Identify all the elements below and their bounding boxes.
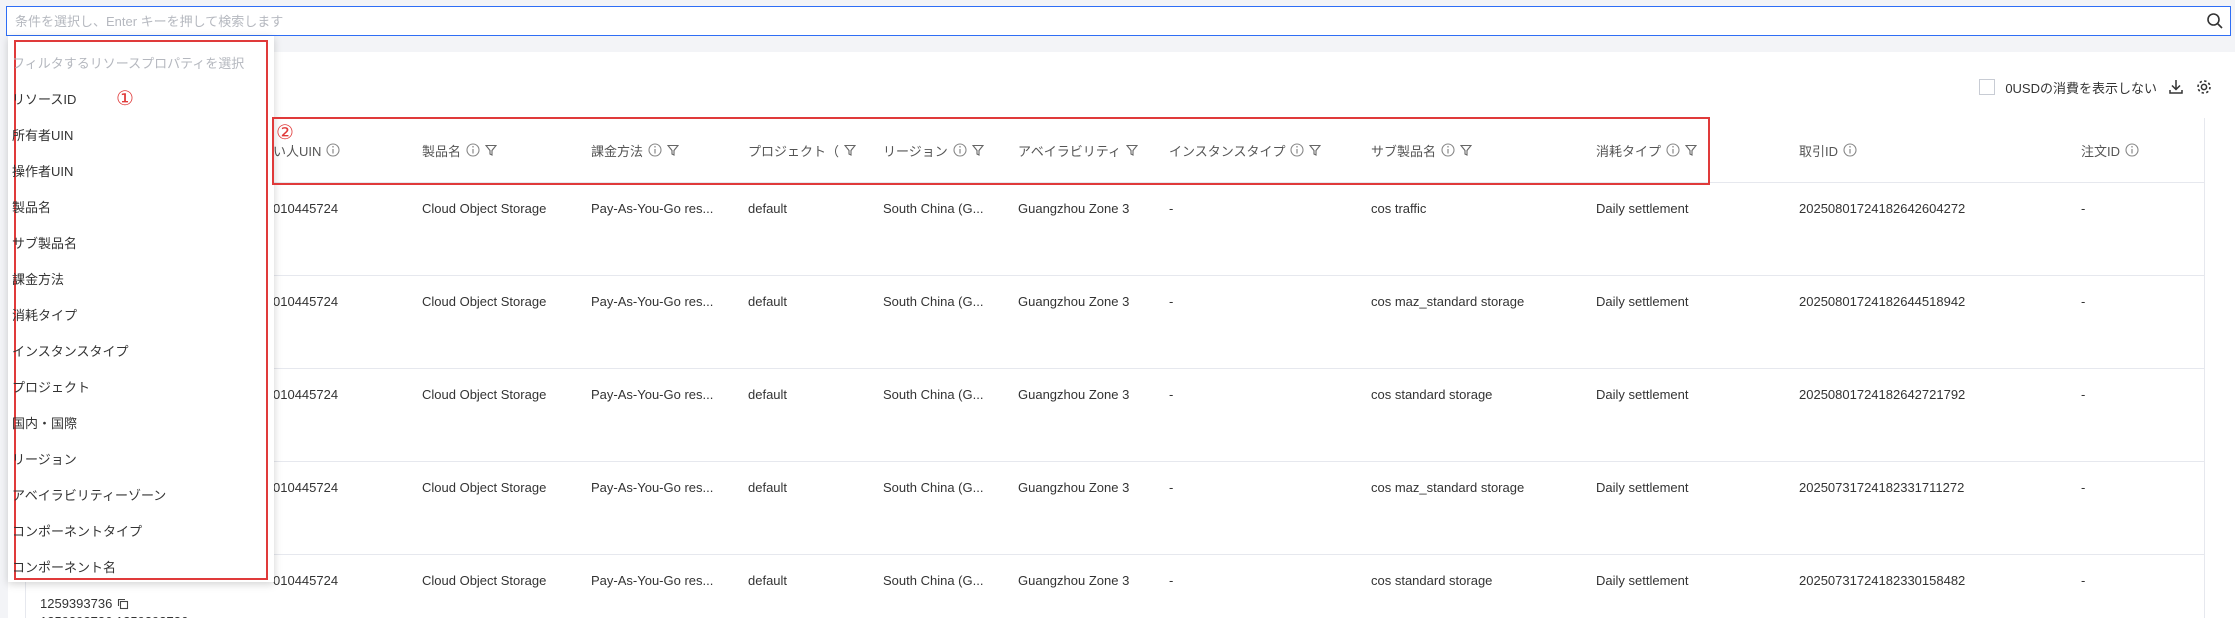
cell-instance-type: -: [1169, 201, 1174, 216]
settings-gear-icon[interactable]: [2195, 78, 2213, 96]
truncated-row-text: 1259393736 1259393736: [40, 614, 188, 618]
dropdown-item-sub-product-name[interactable]: サブ製品名: [12, 233, 77, 252]
cell-billing-method: Pay-As-You-Go res...: [591, 573, 714, 588]
cell-transaction-id: 20250801724182644518942: [1799, 294, 1966, 309]
table-row[interactable]: 010445724 Cloud Object Storage Pay-As-Yo…: [26, 183, 2204, 276]
cell-order-id: -: [2081, 480, 2086, 495]
download-icon[interactable]: [2167, 78, 2185, 96]
cell-consumption-type: Daily settlement: [1596, 573, 1689, 588]
dropdown-item-component-type[interactable]: コンポーネントタイプ: [12, 521, 142, 540]
cell-order-id: -: [2081, 201, 2086, 216]
search-icon[interactable]: [2206, 12, 2224, 30]
cell-instance-type: -: [1169, 573, 1174, 588]
dropdown-item-consumption-type[interactable]: 消耗タイプ: [12, 305, 77, 324]
dropdown-item-resource-id[interactable]: リソースID: [12, 89, 76, 108]
cell-product-name: Cloud Object Storage: [422, 573, 547, 588]
table-row[interactable]: 010445724 Cloud Object Storage Pay-As-Yo…: [26, 276, 2204, 369]
header-highlight-box: [272, 117, 1710, 185]
cell-sub-product-name: cos traffic: [1371, 201, 1427, 216]
cell-consumption-type: Daily settlement: [1596, 201, 1689, 216]
dropdown-item-owner-uin[interactable]: 所有者UIN: [12, 125, 73, 144]
cell-transaction-id: 20250801724182642721792: [1799, 387, 1966, 402]
dropdown-item-instance-type[interactable]: インスタンスタイプ: [12, 341, 128, 360]
cell-project: default: [748, 201, 788, 216]
cell-project: default: [748, 294, 788, 309]
hide-zero-checkbox[interactable]: [1979, 79, 1996, 95]
column-header-order-id: 注文ID: [2081, 141, 2181, 159]
billing-table: い人UIN 製品名 課金方法 プロジェクト（ リージョン アベイラビリティ イン…: [25, 118, 2205, 618]
table-toolbar: 0USDの消費を表示しない: [1979, 75, 2213, 99]
cell-order-id: -: [2081, 294, 2086, 309]
cell-billing-method: Pay-As-You-Go res...: [591, 480, 714, 495]
cell-billing-method: Pay-As-You-Go res...: [591, 201, 714, 216]
dropdown-item-component-name[interactable]: コンポーネント名: [12, 557, 116, 576]
annotation-marker-1: ①: [116, 86, 134, 110]
cell-order-id: -: [2081, 573, 2086, 588]
cell-sub-product-name: cos maz_standard storage: [1371, 480, 1525, 495]
cell-billing-method: Pay-As-You-Go res...: [591, 294, 714, 309]
cell-availability-zone: Guangzhou Zone 3: [1018, 573, 1130, 588]
cell-instance-type: -: [1169, 480, 1174, 495]
dropdown-item-product-name[interactable]: 製品名: [12, 197, 51, 216]
cell-instance-type: -: [1169, 294, 1174, 309]
cell-availability-zone: Guangzhou Zone 3: [1018, 387, 1130, 402]
cell-consumption-type: Daily settlement: [1596, 294, 1689, 309]
cell-sub-product-name: cos standard storage: [1371, 387, 1493, 402]
cell-payer-uin: 010445724: [273, 294, 339, 309]
cell-instance-type: -: [1169, 387, 1174, 402]
info-icon[interactable]: [2125, 143, 2139, 157]
search-input[interactable]: [15, 7, 2185, 35]
cell-region: South China (G...: [883, 573, 984, 588]
cell-availability-zone: Guangzhou Zone 3: [1018, 294, 1130, 309]
cell-availability-zone: Guangzhou Zone 3: [1018, 201, 1130, 216]
cell-consumption-type: Daily settlement: [1596, 387, 1689, 402]
cell-sub-product-name: cos maz_standard storage: [1371, 294, 1525, 309]
info-icon[interactable]: [1843, 143, 1857, 157]
cell-region: South China (G...: [883, 387, 984, 402]
cell-project: default: [748, 573, 788, 588]
cell-project: default: [748, 387, 788, 402]
page: 0USDの消費を表示しない い人UIN 製品名 課金方法: [0, 0, 2235, 618]
cell-availability-zone: Guangzhou Zone 3: [1018, 480, 1130, 495]
cell-payer-uin: 010445724: [273, 573, 339, 588]
cell-order-id: -: [2081, 387, 2086, 402]
table-row[interactable]: 010445724 Cloud Object Storage Pay-As-Yo…: [26, 369, 2204, 462]
table-row[interactable]: 010445724 Cloud Object Storage Pay-As-Yo…: [26, 555, 2204, 618]
cell-transaction-id: 20250731724182331711272: [1799, 480, 1965, 495]
cell-consumption-type: Daily settlement: [1596, 480, 1689, 495]
cell-payer-uin: 010445724: [273, 201, 339, 216]
cell-product-name: Cloud Object Storage: [422, 387, 547, 402]
cell-payer-uin: 010445724: [273, 480, 339, 495]
table-row[interactable]: 010445724 Cloud Object Storage Pay-As-Yo…: [26, 462, 2204, 555]
cell-transaction-id: 20250731724182330158482: [1799, 573, 1966, 588]
search-bar[interactable]: [6, 6, 2231, 36]
column-header-transaction-id: 取引ID: [1799, 141, 1899, 159]
cell-billing-method: Pay-As-You-Go res...: [591, 387, 714, 402]
cell-sub-product-name: cos standard storage: [1371, 573, 1493, 588]
cell-region: South China (G...: [883, 294, 984, 309]
hide-zero-label: 0USDの消費を表示しない: [2005, 80, 2157, 96]
dropdown-item-project[interactable]: プロジェクト: [12, 377, 90, 396]
cell-region: South China (G...: [883, 480, 984, 495]
owner-uin-cell: 1259393736: [40, 596, 129, 611]
dropdown-item-operator-uin[interactable]: 操作者UIN: [12, 161, 73, 180]
dropdown-item-availability-zone[interactable]: アベイラビリティーゾーン: [12, 485, 166, 504]
dropdown-title: フィルタするリソースプロパティを選択: [12, 56, 245, 71]
copy-icon[interactable]: [117, 598, 129, 610]
cell-product-name: Cloud Object Storage: [422, 294, 547, 309]
cell-project: default: [748, 480, 788, 495]
cell-payer-uin: 010445724: [273, 387, 339, 402]
dropdown-item-domestic-international[interactable]: 国内・国際: [12, 413, 77, 432]
dropdown-item-billing-method[interactable]: 課金方法: [12, 269, 64, 288]
cell-product-name: Cloud Object Storage: [422, 480, 547, 495]
cell-region: South China (G...: [883, 201, 984, 216]
cell-transaction-id: 20250801724182642604272: [1799, 201, 1966, 216]
dropdown-item-region[interactable]: リージョン: [12, 449, 77, 468]
cell-product-name: Cloud Object Storage: [422, 201, 547, 216]
annotation-marker-2: ②: [276, 120, 294, 144]
